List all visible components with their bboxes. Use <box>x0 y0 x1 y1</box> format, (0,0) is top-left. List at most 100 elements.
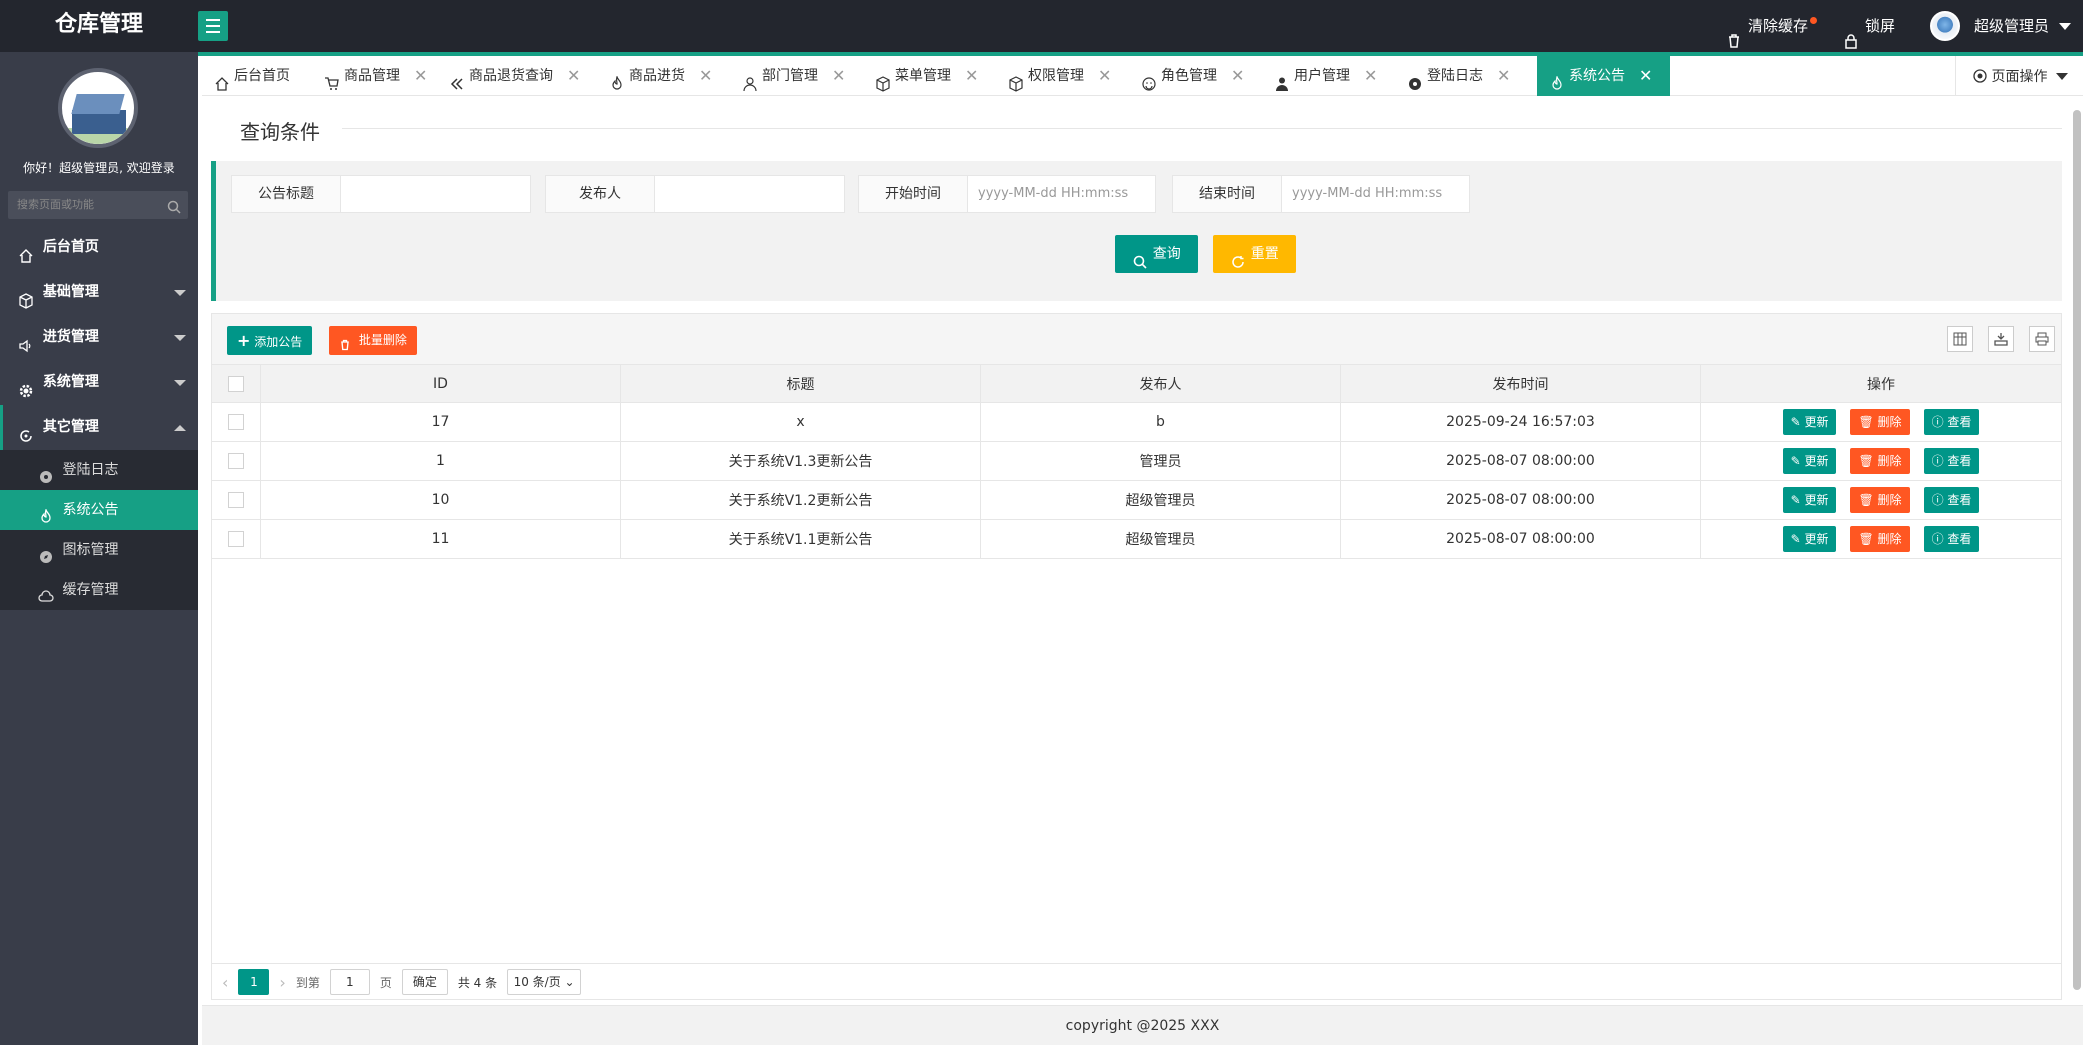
delete-button[interactable]: 🗑 删除 <box>1850 526 1910 552</box>
close-icon[interactable]: ✕ <box>699 56 712 96</box>
sidebar-subitem-login-log[interactable]: 登陆日志 <box>0 450 198 490</box>
app-title: 仓库管理 <box>54 12 143 37</box>
tab-dept[interactable]: 部门管理 ✕ <box>730 56 863 96</box>
sidebar-subitem-notice[interactable]: 系统公告 <box>0 490 198 530</box>
plus-icon: + <box>237 331 251 350</box>
tab-login-log[interactable]: 登陆日志 ✕ <box>1395 56 1528 96</box>
columns-filter-icon[interactable] <box>1947 326 1973 352</box>
end-time-field: 结束时间 yyyy-MM-dd HH:mm:ss <box>1172 175 1470 213</box>
sidebar: 你好！超级管理员, 欢迎登录 搜索页面或功能 后台首页 基础管理 进货管理 系统… <box>0 52 198 1045</box>
search-icon <box>167 198 181 224</box>
delete-button[interactable]: 🗑 删除 <box>1850 409 1910 435</box>
lock-label: 锁屏 <box>1865 17 1896 35</box>
print-icon[interactable] <box>2029 326 2055 352</box>
table-row: 17 x b 2025-09-24 16:57:03 ✎ 更新 🗑 删除 ⓘ 查… <box>212 403 2061 442</box>
close-icon[interactable]: ✕ <box>965 56 978 96</box>
sidebar-subitem-cache[interactable]: 缓存管理 <box>0 570 198 610</box>
tab-home[interactable]: 后台首页 <box>202 56 312 96</box>
sidebar-item-other[interactable]: 其它管理 <box>0 405 198 450</box>
close-icon[interactable]: ✕ <box>1231 56 1244 96</box>
menu-toggle-button[interactable] <box>198 11 228 41</box>
scrollbar[interactable] <box>2073 110 2081 990</box>
sidebar-item-system[interactable]: 系统管理 <box>0 360 198 405</box>
select-all-checkbox[interactable] <box>228 375 244 392</box>
chevron-down-icon <box>174 380 186 386</box>
update-button[interactable]: ✎ 更新 <box>1782 409 1837 435</box>
sidebar-item-basic[interactable]: 基础管理 <box>0 270 198 315</box>
page-size-select[interactable]: 10 条/页 ⌄ <box>507 969 582 995</box>
close-icon[interactable]: ✕ <box>1497 56 1510 96</box>
welcome-text: 你好！超级管理员, 欢迎登录 <box>23 161 175 175</box>
prev-page-icon[interactable]: ‹ <box>222 973 228 992</box>
page-operations-dropdown[interactable]: 页面操作 <box>1955 56 2083 96</box>
clear-cache-button[interactable]: 清除缓存 <box>1726 0 1818 52</box>
row-checkbox[interactable] <box>228 414 244 430</box>
publisher-field: 发布人 <box>545 175 845 213</box>
view-button[interactable]: ⓘ 查看 <box>1923 448 1980 474</box>
tab-permission[interactable]: 权限管理 ✕ <box>996 56 1129 96</box>
next-page-icon[interactable]: › <box>279 973 285 992</box>
end-time-input[interactable]: yyyy-MM-dd HH:mm:ss <box>1282 175 1470 213</box>
close-icon[interactable]: ✕ <box>414 56 427 96</box>
data-table-card: + 添加公告 批量删除 ID 标题 发布人 发布时间 操作 17 x b 202… <box>211 313 2062 1000</box>
publisher-input[interactable] <box>655 175 845 213</box>
view-button[interactable]: ⓘ 查看 <box>1923 487 1980 513</box>
batch-delete-button[interactable]: 批量删除 <box>329 326 417 355</box>
title-input[interactable] <box>341 175 531 213</box>
tab-user[interactable]: 用户管理 ✕ <box>1262 56 1395 96</box>
top-header: 仓库管理 清除缓存 锁屏 超级管理员 <box>0 0 2083 52</box>
sidebar-subitem-icons[interactable]: 图标管理 <box>0 530 198 570</box>
update-button[interactable]: ✎ 更新 <box>1782 448 1837 474</box>
main-content: 查询条件 公告标题 发布人 开始时间 yyyy-MM-dd HH:mm:ss 结… <box>202 96 2083 1005</box>
close-icon[interactable]: ✕ <box>1639 56 1652 96</box>
update-button[interactable]: ✎ 更新 <box>1782 526 1837 552</box>
delete-button[interactable]: 🗑 删除 <box>1850 487 1910 513</box>
tab-goods-purchase[interactable]: 商品进货 ✕ <box>597 56 730 96</box>
reset-button[interactable]: 重置 <box>1213 235 1296 273</box>
chevron-down-icon <box>174 335 186 341</box>
start-time-field: 开始时间 yyyy-MM-dd HH:mm:ss <box>858 175 1156 213</box>
tab-notice[interactable]: 系统公告 ✕ <box>1537 56 1670 96</box>
close-icon[interactable]: ✕ <box>567 56 580 96</box>
compass-icon <box>38 541 54 563</box>
update-button[interactable]: ✎ 更新 <box>1782 487 1837 513</box>
clear-cache-label: 清除缓存 <box>1748 17 1809 35</box>
double-chevron-left-icon <box>449 68 465 90</box>
view-button[interactable]: ⓘ 查看 <box>1923 409 1980 435</box>
close-icon[interactable]: ✕ <box>1364 56 1377 96</box>
row-checkbox[interactable] <box>228 531 244 547</box>
tab-goods[interactable]: 商品管理 ✕ <box>312 56 437 96</box>
export-icon[interactable] <box>1988 326 2014 352</box>
chevron-down-icon <box>2059 22 2072 30</box>
sidebar-item-home[interactable]: 后台首页 <box>0 225 198 270</box>
refresh-icon <box>1230 246 1246 268</box>
chevron-down-icon <box>2055 72 2068 80</box>
divider <box>342 128 2062 129</box>
eye-icon <box>38 461 54 483</box>
goto-page-input[interactable]: 1 <box>329 969 370 995</box>
view-button[interactable]: ⓘ 查看 <box>1923 526 1980 552</box>
close-icon[interactable]: ✕ <box>832 56 845 96</box>
sidebar-item-purchase[interactable]: 进货管理 <box>0 315 198 360</box>
notification-dot <box>1810 17 1818 24</box>
search-button[interactable]: 查询 <box>1115 235 1198 273</box>
row-checkbox[interactable] <box>228 453 244 469</box>
tab-role[interactable]: 角色管理 ✕ <box>1129 56 1262 96</box>
add-notice-button[interactable]: + 添加公告 <box>227 326 313 355</box>
close-icon[interactable]: ✕ <box>1098 56 1111 96</box>
start-time-input[interactable]: yyyy-MM-dd HH:mm:ss <box>968 175 1156 213</box>
trash-icon <box>1726 18 1742 48</box>
lock-screen-button[interactable]: 锁屏 <box>1843 0 1895 52</box>
user-menu[interactable]: 超级管理员 <box>1930 0 2072 52</box>
goto-confirm-button[interactable]: 确定 <box>401 969 448 995</box>
row-checkbox[interactable] <box>228 492 244 508</box>
cube-icon <box>1008 68 1024 92</box>
sidebar-search-input[interactable]: 搜索页面或功能 <box>8 191 188 219</box>
avatar <box>1930 11 1960 41</box>
total-count: 共 4 条 <box>457 975 498 990</box>
current-page[interactable]: 1 <box>238 969 270 995</box>
lock-icon <box>1843 18 1859 49</box>
tab-goods-return[interactable]: 商品退货查询 ✕ <box>437 56 597 96</box>
tab-menu[interactable]: 菜单管理 ✕ <box>863 56 996 96</box>
delete-button[interactable]: 🗑 删除 <box>1850 448 1910 474</box>
